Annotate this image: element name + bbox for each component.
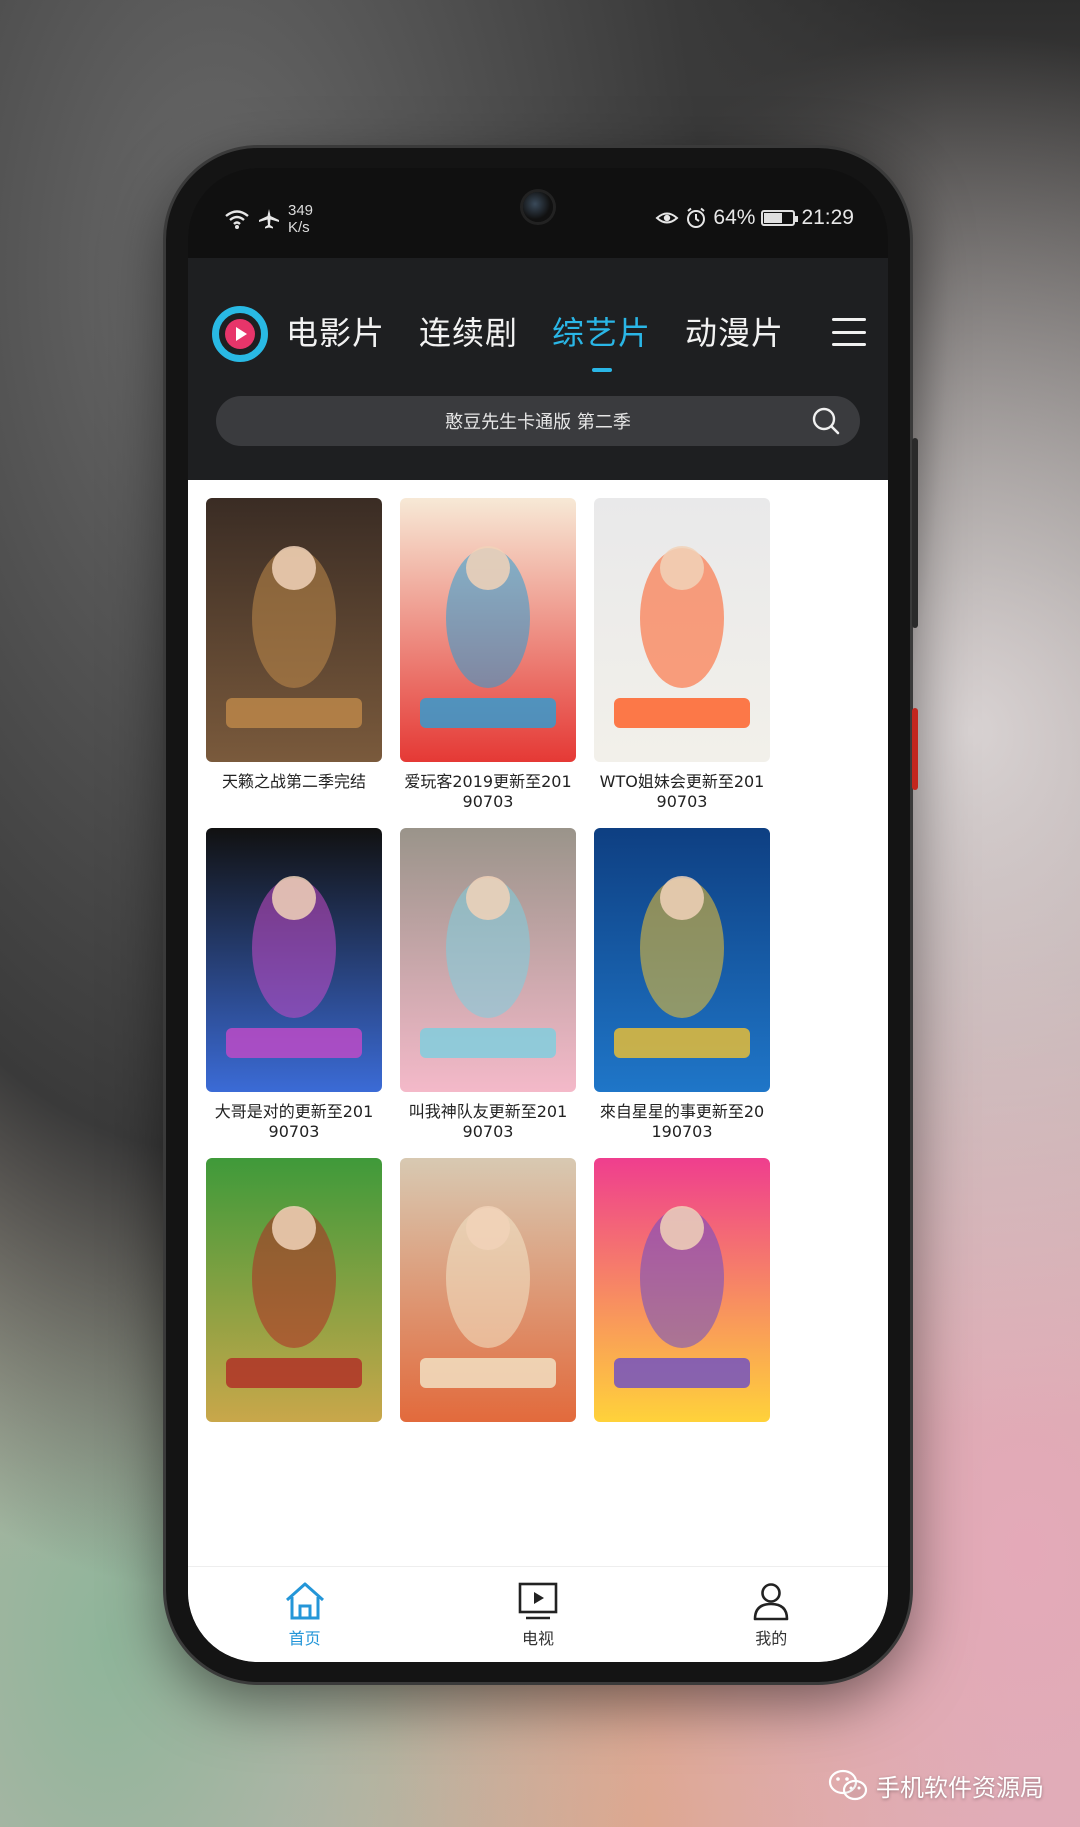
tv-icon (518, 1582, 558, 1619)
show-title: WTO姐妹会更新至20190703 (599, 772, 765, 811)
show-card[interactable] (594, 1158, 770, 1472)
eye-comfort-icon (655, 212, 679, 224)
battery-icon (761, 210, 799, 226)
tab-1[interactable]: 电影片 (286, 308, 385, 354)
show-title (594, 1432, 770, 1472)
show-poster[interactable] (400, 498, 576, 762)
search-bar[interactable]: 憨豆先生卡通版 第二季 (216, 396, 860, 446)
search-placeholder: 憨豆先生卡通版 第二季 (445, 412, 631, 433)
menu-icon[interactable] (832, 318, 866, 346)
show-card[interactable]: 叫我神队友更新至20190703 (400, 828, 576, 1142)
tab-3[interactable]: 综艺片 (552, 308, 651, 372)
battery-percent: 64% (713, 206, 756, 229)
show-poster[interactable] (594, 498, 770, 762)
volume-button (912, 438, 918, 628)
show-poster[interactable] (594, 1158, 770, 1422)
nav-label-home: 首页 (288, 1628, 321, 1648)
nav-item-profile[interactable]: 我的 (711, 1581, 831, 1649)
status-bar: 349 K/s 64% 21:29 (188, 168, 888, 258)
show-title: 叫我神队友更新至20190703 (408, 1102, 568, 1141)
phone-frame: 349 K/s 64% 21:29 电影片 连续剧 综艺片 动漫片 憨豆先生卡通… (166, 148, 918, 1682)
show-poster[interactable] (400, 1158, 576, 1422)
show-card[interactable]: 爱玩客2019更新至20190703 (400, 498, 576, 812)
show-title: 大哥是对的更新至20190703 (214, 1102, 374, 1141)
home-icon (285, 1582, 324, 1619)
show-title: 來自星星的事更新至20190703 (599, 1102, 765, 1141)
nav-label-profile: 我的 (755, 1628, 788, 1648)
show-poster[interactable] (206, 828, 382, 1092)
power-button (912, 708, 918, 790)
bottom-nav: 首页 电视 我的 (188, 1566, 888, 1662)
show-card[interactable]: 天籁之战第二季完结 (206, 498, 382, 812)
show-card[interactable]: 來自星星的事更新至20190703 (594, 828, 770, 1142)
search-icon[interactable] (810, 405, 842, 437)
show-title (206, 1432, 382, 1472)
speed-value: 349 (288, 202, 314, 219)
clock: 21:29 (801, 206, 854, 229)
show-card[interactable]: WTO姐妹会更新至20190703 (594, 498, 770, 812)
status-left: 349 K/s (224, 202, 313, 236)
phone-screen: 349 K/s 64% 21:29 电影片 连续剧 综艺片 动漫片 憨豆先生卡通… (188, 168, 888, 1662)
nav-item-tv[interactable]: 电视 (478, 1581, 598, 1649)
show-card[interactable]: 大哥是对的更新至20190703 (206, 828, 382, 1142)
profile-icon (754, 1582, 789, 1620)
battery-fill (764, 213, 783, 223)
show-card[interactable] (400, 1158, 576, 1472)
show-card[interactable] (206, 1158, 382, 1472)
alarm-icon (687, 207, 706, 228)
show-grid: 天籁之战第二季完结 爱玩客2019更新至20190703 WTO姐妹会更新至2019… (188, 480, 888, 1662)
show-poster[interactable] (594, 828, 770, 1092)
watermark-text: 手机软件资源局 (876, 1774, 1044, 1802)
show-title: 爱玩客2019更新至20190703 (404, 772, 572, 811)
show-poster[interactable] (206, 1158, 382, 1422)
status-right: 64% 21:29 (655, 206, 854, 230)
wechat-icon (828, 1769, 868, 1800)
show-poster[interactable] (400, 828, 576, 1092)
nav-label-tv: 电视 (521, 1628, 554, 1648)
watermark: 手机软件资源局 (828, 1768, 1044, 1803)
wifi-icon (225, 210, 249, 229)
app-header: 电影片 连续剧 综艺片 动漫片 憨豆先生卡通版 第二季 (188, 258, 888, 480)
tab-4[interactable]: 动漫片 (685, 308, 784, 354)
category-tabs: 电影片 连续剧 综艺片 动漫片 (286, 308, 784, 372)
speed-unit: K/s (288, 219, 310, 236)
show-title: 天籁之战第二季完结 (221, 772, 366, 791)
show-poster[interactable] (206, 498, 382, 762)
active-tab-indicator (591, 368, 612, 372)
tab-2[interactable]: 连续剧 (419, 308, 518, 354)
airplane-icon (259, 209, 279, 229)
nav-item-home[interactable]: 首页 (245, 1581, 365, 1649)
front-camera (523, 192, 553, 222)
show-title (400, 1432, 576, 1472)
app-logo-icon[interactable] (212, 306, 268, 362)
network-speed: 349 K/s (288, 202, 313, 236)
